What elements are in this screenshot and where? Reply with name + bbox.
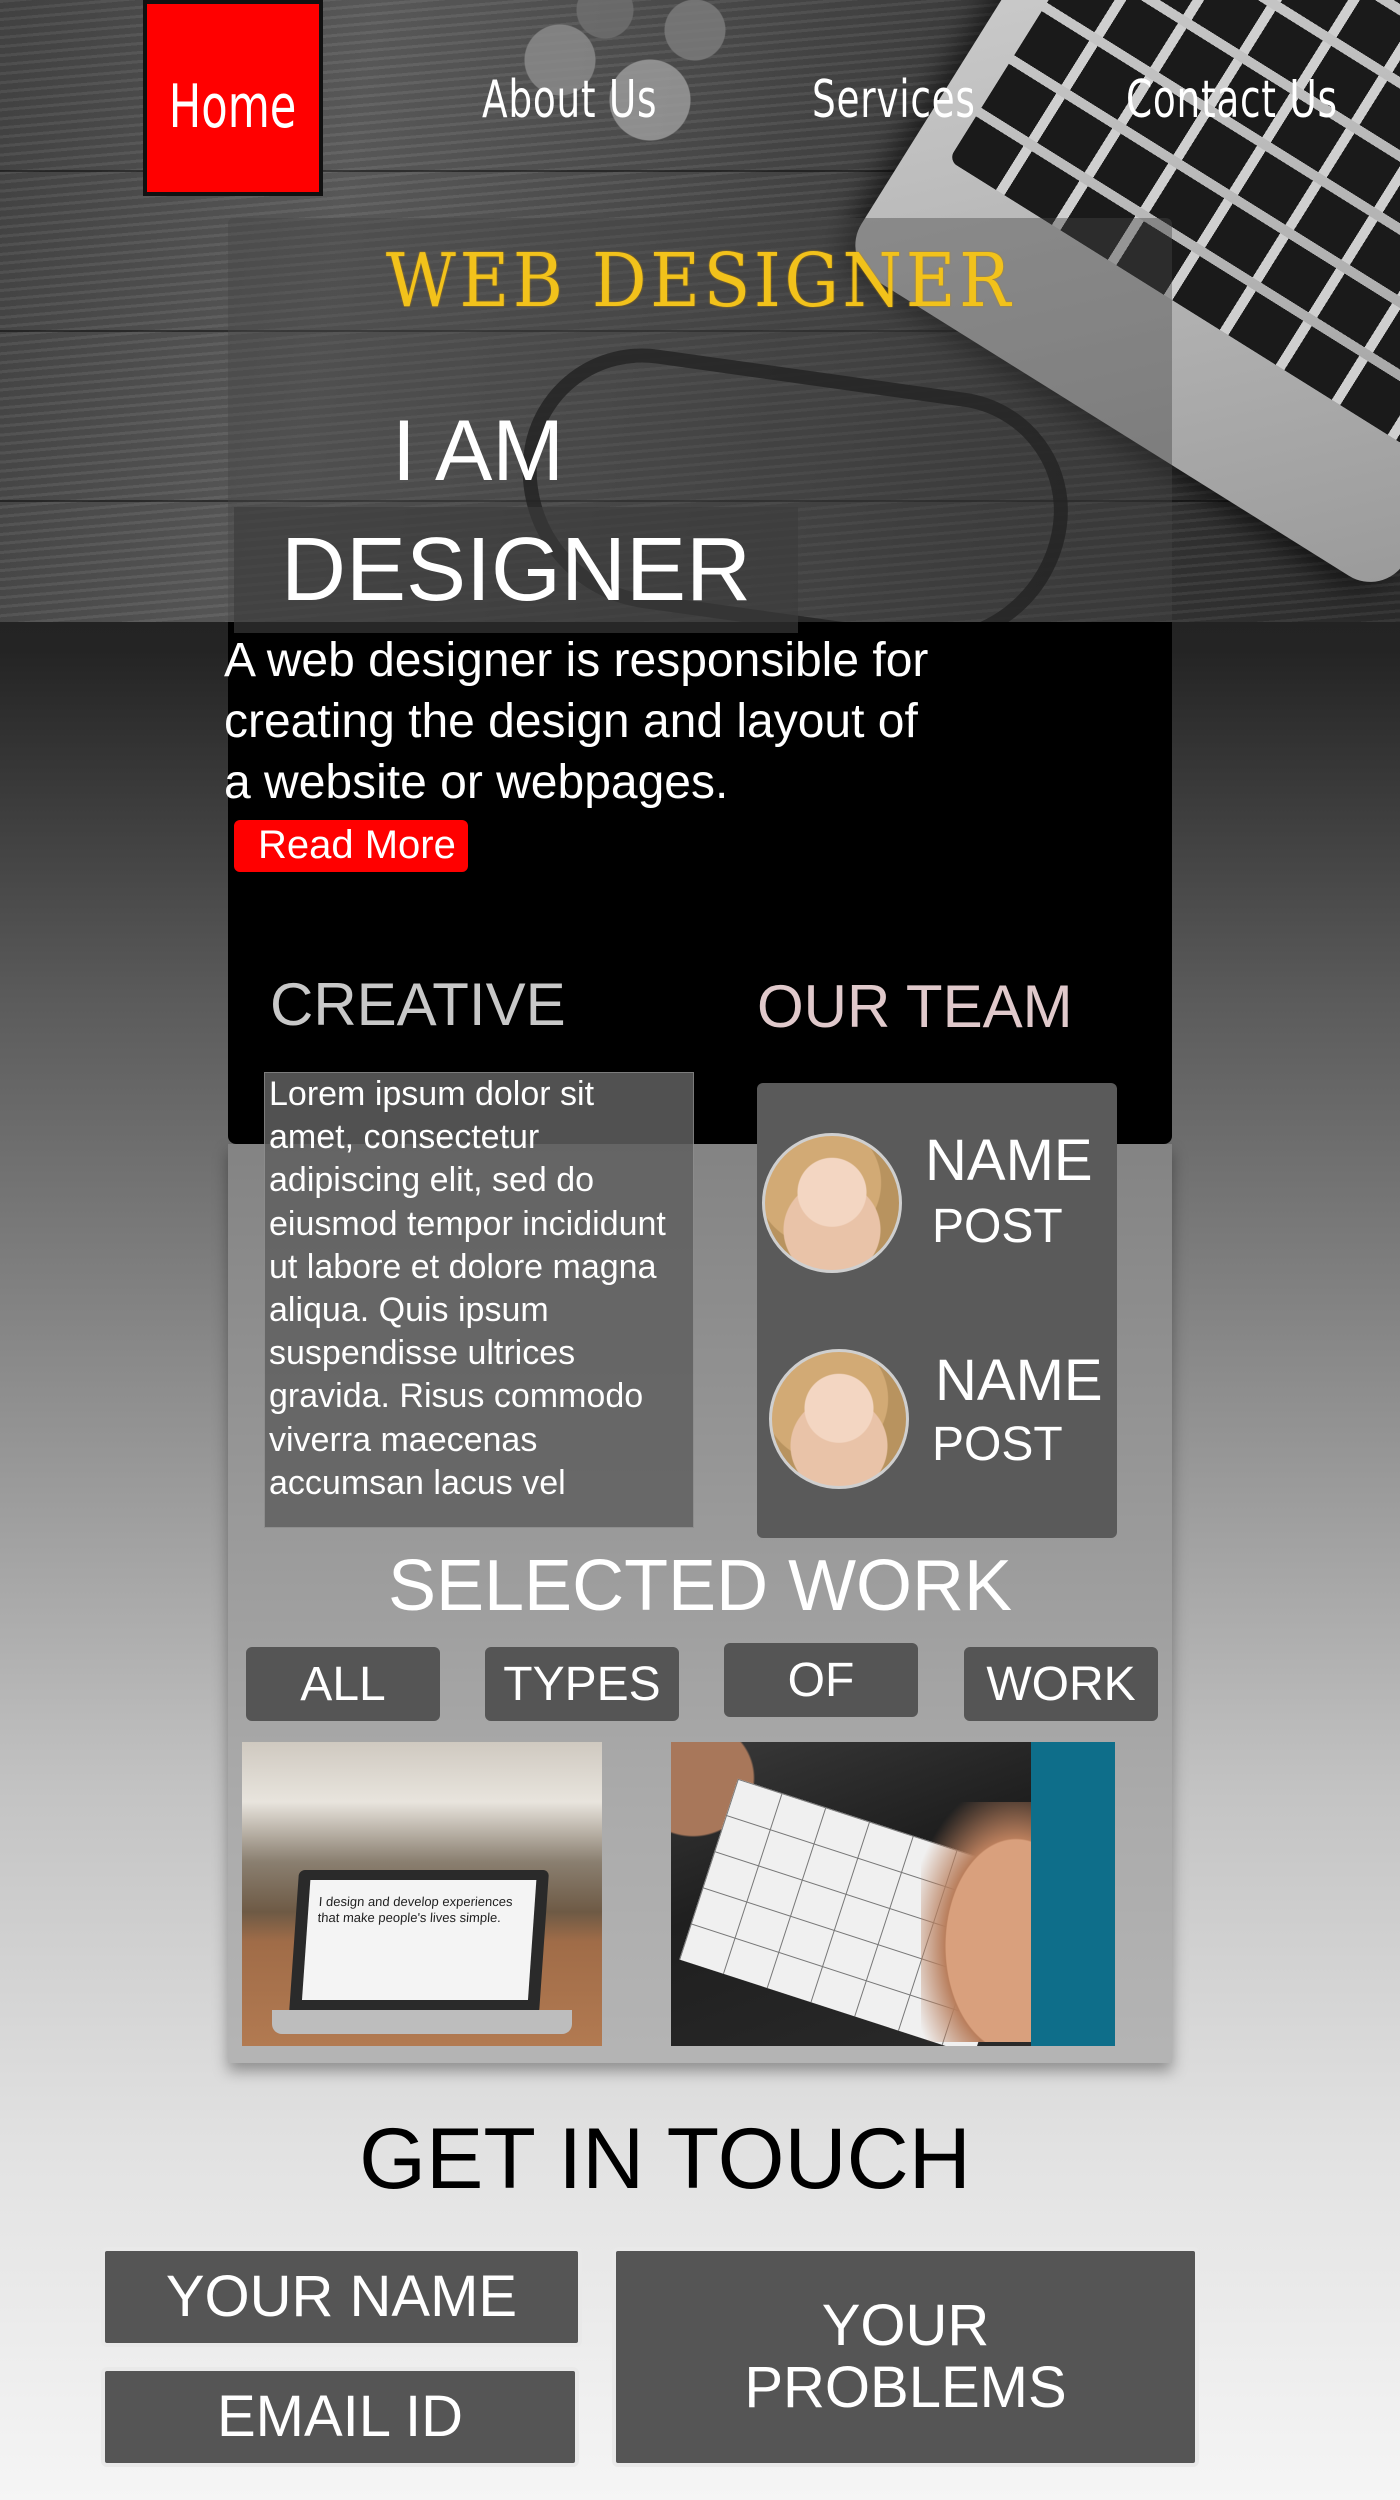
creative-text-box: Lorem ipsum dolor sit amet, consectetur … bbox=[264, 1072, 694, 1528]
team-member-card[interactable]: NAME POST bbox=[757, 1348, 1117, 1503]
hero-line-i-am: I AM bbox=[392, 403, 565, 499]
filter-of-button[interactable]: OF bbox=[724, 1643, 918, 1717]
avatar bbox=[762, 1133, 902, 1273]
nav-item-services[interactable]: Services bbox=[812, 70, 976, 130]
member-name: NAME bbox=[935, 1348, 1103, 1413]
nav-item-home[interactable]: Home bbox=[143, 0, 323, 196]
email-field-label: EMAIL ID bbox=[216, 2384, 464, 2449]
team-member-card[interactable]: NAME POST bbox=[757, 1128, 1117, 1283]
nav-item-contact-us[interactable]: Contact Us bbox=[1126, 70, 1338, 130]
name-field[interactable]: YOUR NAME bbox=[101, 2247, 582, 2347]
creative-heading: CREATIVE bbox=[270, 971, 566, 1038]
creative-line: ut labore et dolore magna bbox=[269, 1247, 657, 1286]
hero-designer-box: DESIGNER bbox=[234, 507, 798, 633]
creative-line: suspendisse ultrices bbox=[269, 1334, 576, 1373]
member-post: POST bbox=[932, 1418, 1063, 1471]
creative-line: eiusmod tempor incididunt bbox=[269, 1204, 666, 1243]
email-field[interactable]: EMAIL ID bbox=[101, 2367, 579, 2467]
laptop-base bbox=[272, 2010, 572, 2034]
our-team-heading: OUR TEAM bbox=[757, 973, 1073, 1040]
read-more-button[interactable]: Read More bbox=[234, 820, 468, 873]
avatar bbox=[769, 1349, 909, 1489]
filter-types-button[interactable]: TYPES bbox=[485, 1647, 679, 1721]
selected-work-heading: SELECTED WORK bbox=[387, 1546, 1013, 1626]
brand-title: WEB DESIGNER bbox=[385, 238, 1015, 324]
get-in-touch-heading: GET IN TOUCH bbox=[359, 2111, 971, 2207]
creative-line: accumsan lacus vel bbox=[269, 1463, 566, 1502]
intro-text: A web designer is responsible for creati… bbox=[224, 634, 929, 809]
creative-line: viverra maecenas bbox=[269, 1420, 538, 1459]
main-nav: Home About Us Services Contact Us bbox=[0, 0, 1400, 200]
filter-work-button[interactable]: WORK bbox=[964, 1647, 1158, 1721]
problems-field-line1: YOUR bbox=[821, 2293, 990, 2358]
work-thumbnail-laptop[interactable]: I design and develop experiences that ma… bbox=[242, 1742, 602, 2046]
member-name: NAME bbox=[925, 1128, 1093, 1193]
laptop-screen: I design and develop experiences that ma… bbox=[288, 1870, 550, 2015]
creative-line: amet, consectetur bbox=[269, 1118, 540, 1157]
creative-line: adipiscing elit, sed do bbox=[269, 1161, 595, 1200]
creative-line: gravida. Risus commodo bbox=[269, 1377, 644, 1416]
member-post: POST bbox=[932, 1200, 1063, 1253]
creative-line: Lorem ipsum dolor sit bbox=[269, 1075, 595, 1113]
name-field-label: YOUR NAME bbox=[165, 2264, 518, 2329]
intro-paragraph: A web designer is responsible for creati… bbox=[224, 630, 944, 874]
work-thumbnail-sketch[interactable] bbox=[671, 1742, 1115, 2046]
filter-all-button[interactable]: ALL bbox=[246, 1647, 440, 1721]
team-panel: NAME POST NAME POST bbox=[757, 1083, 1117, 1538]
sleeve-image bbox=[1031, 1742, 1115, 2046]
hero-line-designer: DESIGNER bbox=[280, 519, 752, 620]
problems-field-line2: PROBLEMS bbox=[744, 2355, 1067, 2420]
nav-item-home-label: Home bbox=[169, 72, 297, 142]
nav-item-about-us[interactable]: About Us bbox=[482, 70, 657, 130]
problems-field[interactable]: YOUR PROBLEMS bbox=[612, 2247, 1199, 2467]
creative-line: aliqua. Quis ipsum bbox=[269, 1291, 549, 1330]
laptop-screen-text: I design and develop experiences that ma… bbox=[301, 1880, 537, 2000]
